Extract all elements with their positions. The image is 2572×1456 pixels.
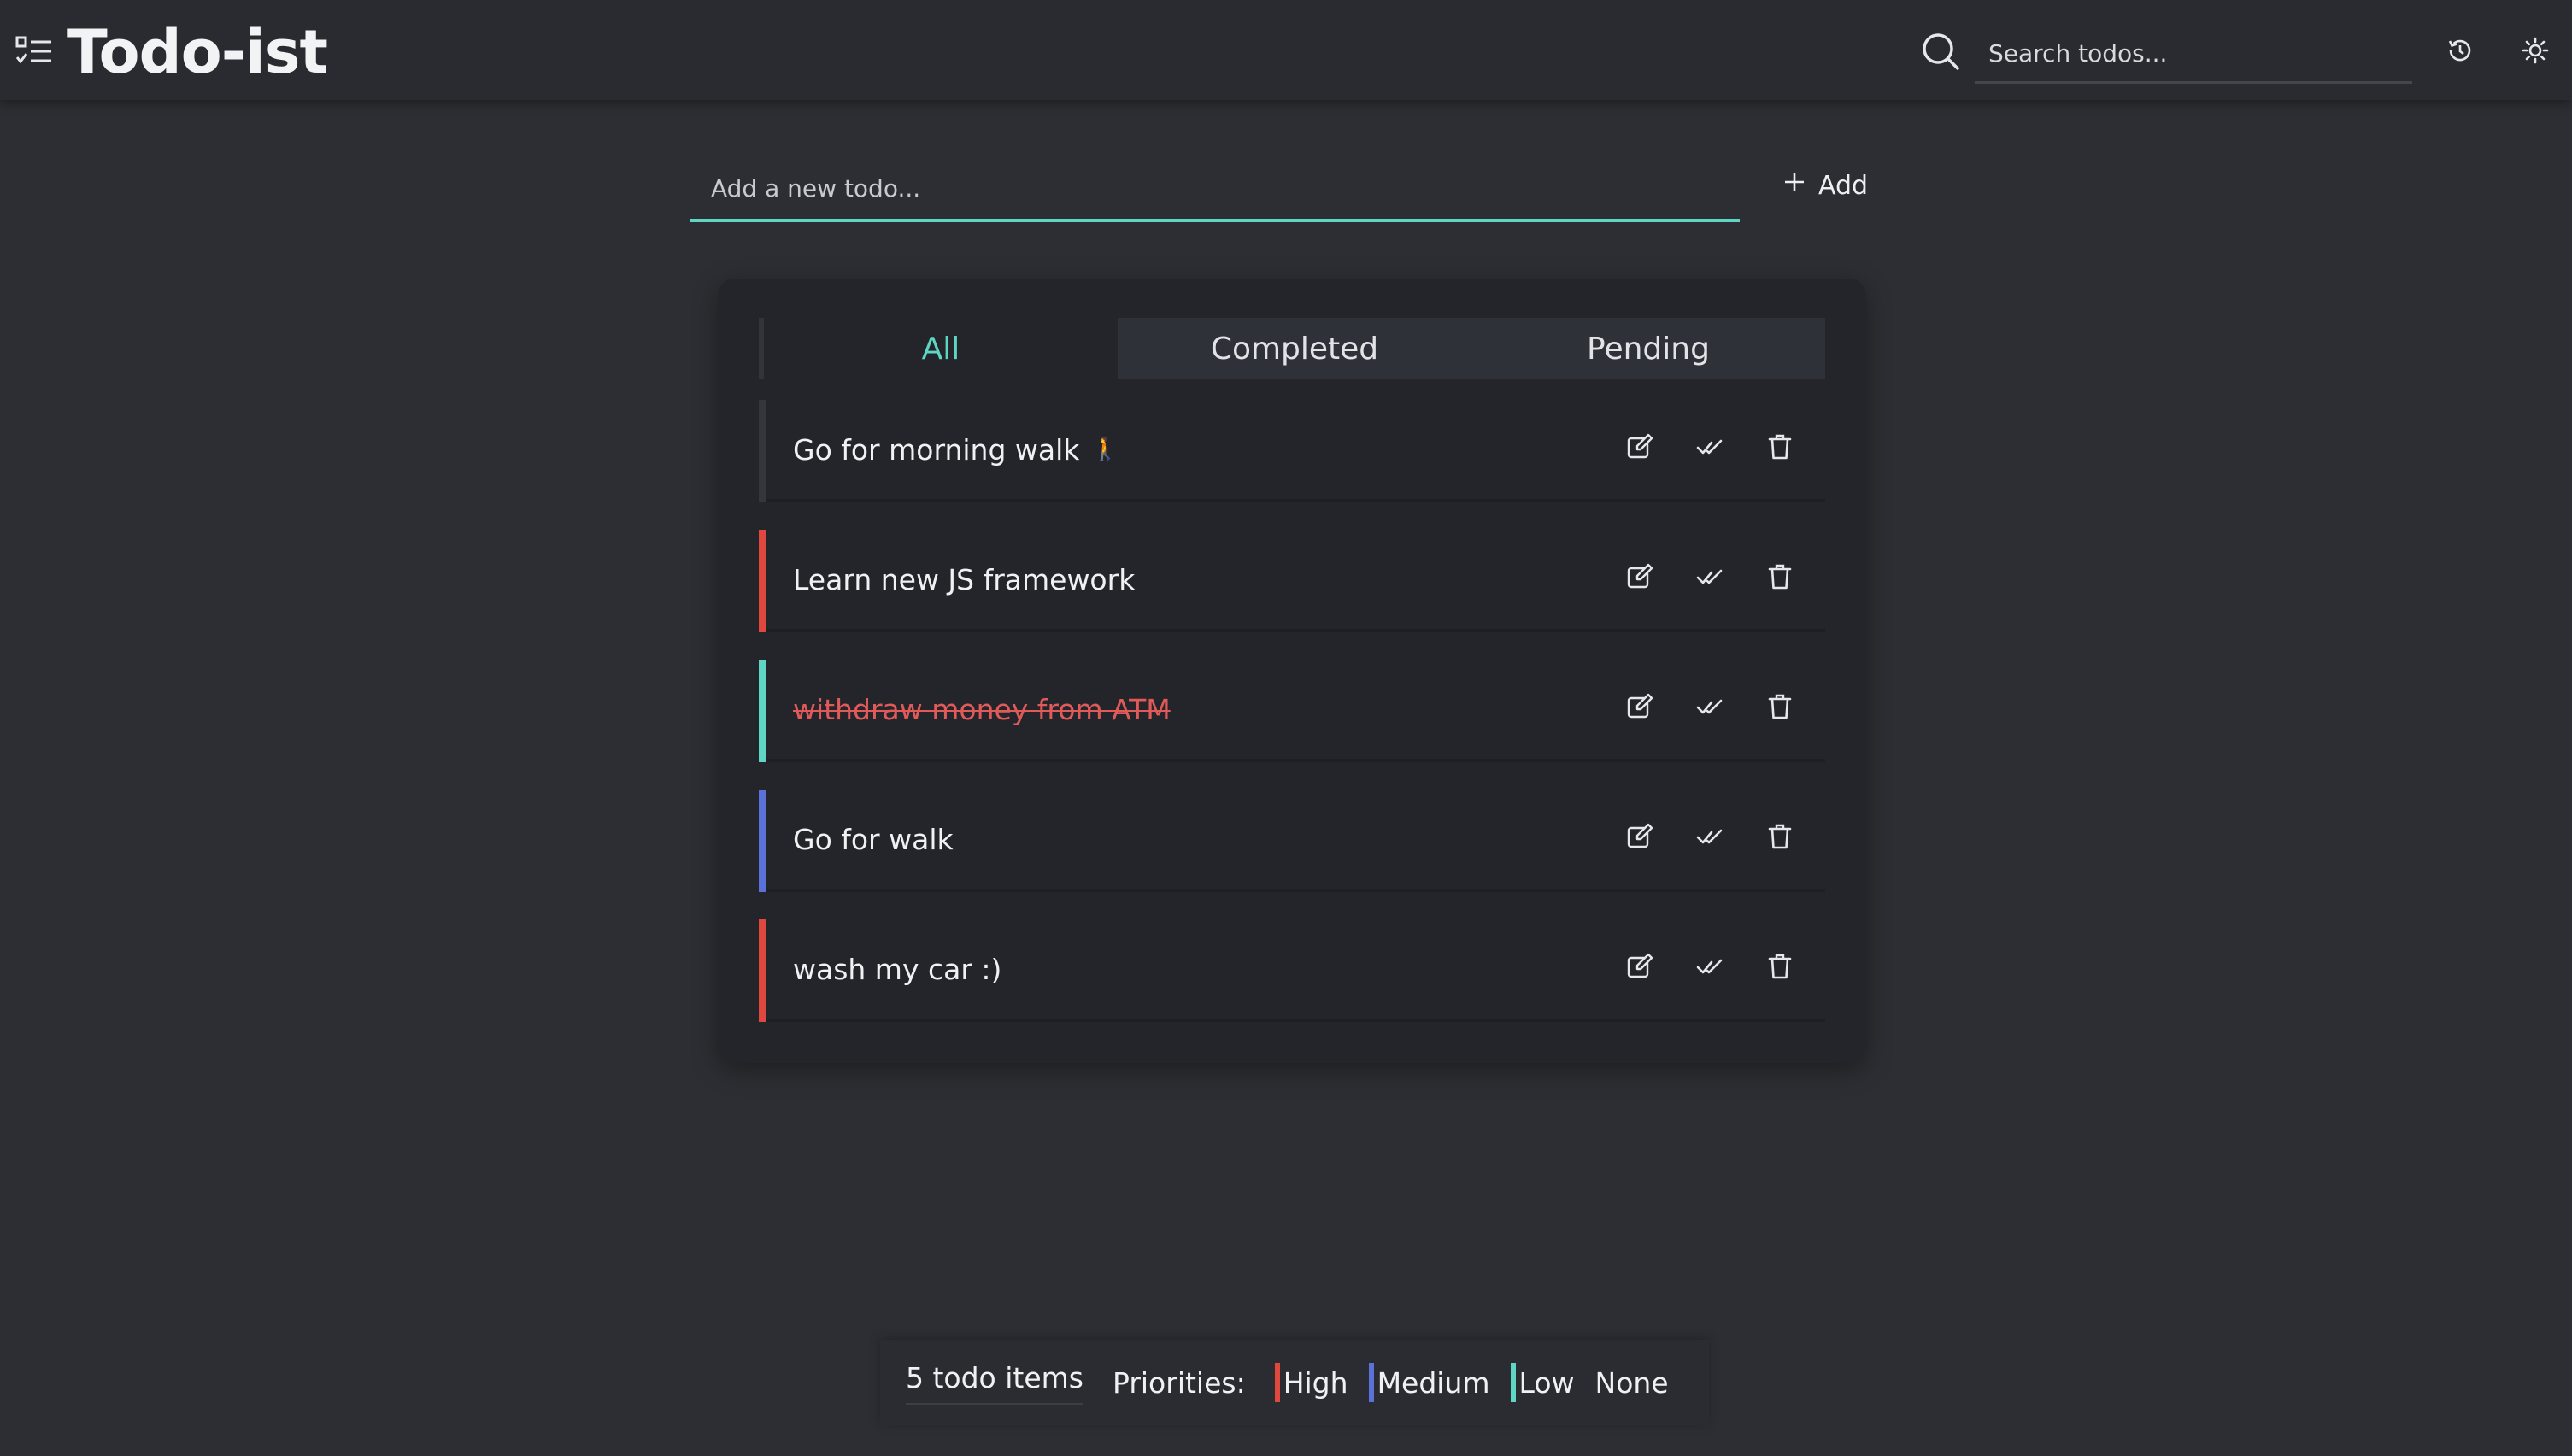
todo-item[interactable]: Go for morning walk 🚶 (759, 400, 1825, 502)
todo-actions (1625, 432, 1794, 461)
todo-item[interactable]: Go for walk (759, 790, 1825, 892)
edit-icon[interactable] (1625, 952, 1654, 981)
priorities-label: Priorities: (1113, 1365, 1246, 1400)
theme-toggle-icon[interactable] (2521, 36, 2550, 65)
legend-swatch-medium (1368, 1363, 1374, 1402)
todo-actions (1625, 562, 1794, 591)
legend-swatch-high (1274, 1363, 1280, 1402)
tab-all[interactable]: All (759, 318, 1118, 379)
todo-text: Go for morning walk (793, 432, 1080, 467)
edit-icon[interactable] (1625, 822, 1654, 851)
todo-text: wash my car :) (793, 952, 1002, 986)
todo-item[interactable]: Learn new JS framework (759, 530, 1825, 632)
legend-label-none: None (1594, 1365, 1669, 1400)
mark-complete-icon[interactable] (1695, 952, 1724, 981)
delete-icon[interactable] (1765, 952, 1794, 981)
todo-text: Go for walk (793, 822, 954, 856)
search-icon[interactable] (1920, 31, 1961, 72)
legend-swatch-low (1510, 1363, 1516, 1402)
plus-icon (1782, 170, 1806, 201)
todo-count: 5 todo items (906, 1361, 1083, 1405)
edit-icon[interactable] (1625, 692, 1654, 721)
app-header: Todo-ist (0, 0, 2572, 100)
app-title: Todo-ist (67, 17, 328, 87)
tab-pending[interactable]: Pending (1471, 318, 1825, 379)
search-input[interactable] (1975, 26, 2412, 84)
legend-none: None (1595, 1366, 1669, 1400)
todo-text: withdraw money from ATM (793, 692, 1171, 726)
priority-bar (759, 530, 766, 632)
todo-item[interactable]: withdraw money from ATM (759, 660, 1825, 762)
todo-card: All Completed Pending Go for morning wal… (718, 279, 1866, 1063)
footer-bar: 5 todo items Priorities: High Medium Low… (880, 1340, 1709, 1425)
edit-icon[interactable] (1625, 562, 1654, 591)
delete-icon[interactable] (1765, 692, 1794, 721)
mark-complete-icon[interactable] (1695, 562, 1724, 591)
priority-bar (759, 400, 766, 502)
priority-bar (759, 660, 766, 762)
delete-icon[interactable] (1765, 432, 1794, 461)
legend-low: Low (1510, 1363, 1575, 1402)
todo-actions (1625, 952, 1794, 981)
history-icon[interactable] (2446, 36, 2475, 65)
legend-medium: Medium (1368, 1363, 1490, 1402)
todo-actions (1625, 692, 1794, 721)
add-button-label: Add (1818, 170, 1869, 201)
legend-high: High (1274, 1363, 1348, 1402)
delete-icon[interactable] (1765, 822, 1794, 851)
todo-text: Learn new JS framework (793, 562, 1136, 596)
todo-item[interactable]: wash my car :) (759, 919, 1825, 1022)
add-todo-button[interactable]: Add (1776, 162, 1875, 208)
priority-bar (759, 919, 766, 1022)
todo-list-icon (15, 34, 53, 68)
mark-complete-icon[interactable] (1695, 432, 1724, 461)
todo-actions (1625, 822, 1794, 851)
legend-label-low: Low (1518, 1365, 1575, 1400)
edit-icon[interactable] (1625, 432, 1654, 461)
filter-tabs: All Completed Pending (759, 318, 1825, 379)
priority-bar (759, 790, 766, 892)
delete-icon[interactable] (1765, 562, 1794, 591)
tab-completed[interactable]: Completed (1118, 318, 1471, 379)
legend-label-high: High (1283, 1365, 1348, 1400)
mark-complete-icon[interactable] (1695, 692, 1724, 721)
walking-person-icon: 🚶 (1091, 437, 1119, 462)
legend-label-medium: Medium (1377, 1365, 1490, 1400)
mark-complete-icon[interactable] (1695, 822, 1724, 851)
new-todo-input[interactable] (690, 158, 1740, 222)
